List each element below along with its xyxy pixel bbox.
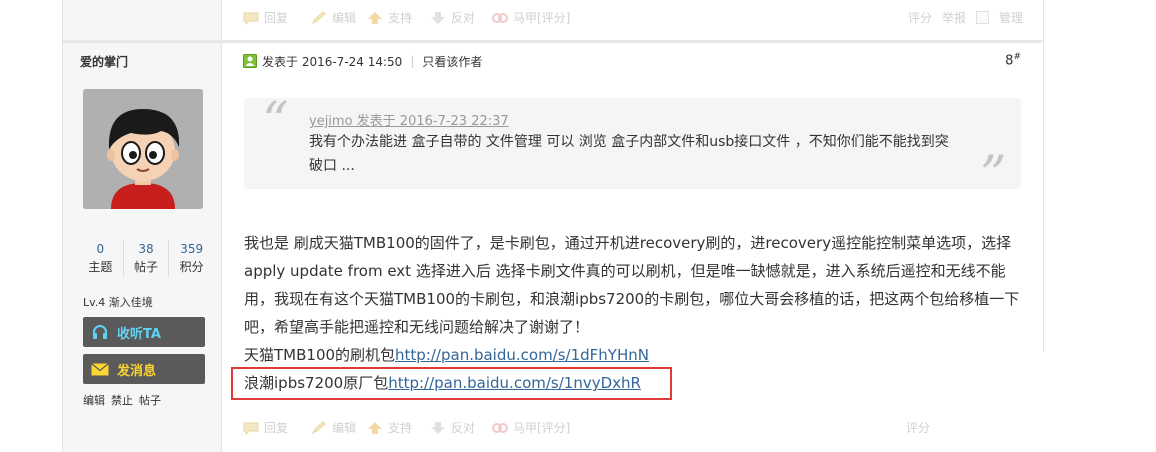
reply-action[interactable]: 回复 (243, 419, 288, 436)
reply-icon (243, 421, 259, 435)
alias-label: 马甲[评分] (513, 421, 571, 435)
author-stats: 0 主题 38 帖子 359 积分 (78, 240, 214, 276)
pencil-icon (311, 10, 327, 25)
stat-value: 359 (180, 242, 204, 256)
admin-links: 编辑 禁止 帖子 (83, 392, 161, 408)
message-label: 发消息 (117, 363, 157, 379)
edit-action[interactable]: 编辑 (311, 419, 356, 436)
reply-action[interactable]: 回复 (243, 9, 288, 26)
link-1-label: 天猫TMB100的刷机包 (244, 346, 396, 364)
edit-action[interactable]: 编辑 (311, 9, 356, 26)
reply-icon (243, 11, 259, 25)
open-quote-icon: “ (262, 92, 289, 152)
post-date: 发表于 2016-7-24 14:50 (262, 54, 403, 69)
stat-value: 0 (96, 242, 105, 256)
headphones-icon (83, 324, 117, 340)
post-body-text: 我也是 刷成天猫TMB100的固件了，是卡刷包，通过开机进recovery刷的，… (244, 234, 1020, 336)
floor-mark: # (1013, 52, 1021, 62)
alias-label: 马甲[评分] (513, 11, 571, 25)
admin-posts-link[interactable]: 帖子 (139, 392, 161, 408)
support-action[interactable]: 支持 (367, 419, 412, 436)
stat-points[interactable]: 359 积分 (169, 240, 214, 276)
support-label: 支持 (388, 421, 413, 435)
oppose-action[interactable]: 反对 (430, 419, 475, 436)
listen-label: 收听TA (117, 326, 161, 342)
edit-label: 编辑 (332, 421, 357, 435)
pencil-icon (311, 420, 327, 435)
message-button[interactable]: 发消息 (83, 354, 205, 384)
arrow-down-icon (430, 11, 446, 25)
stat-label: 积分 (179, 260, 204, 274)
avatar[interactable] (83, 89, 203, 209)
support-label: 支持 (388, 11, 413, 25)
author-name[interactable]: 爱的掌门 (80, 53, 128, 70)
edit-label: 编辑 (332, 11, 357, 25)
manage-checkbox[interactable] (975, 11, 989, 24)
divider: | (410, 54, 415, 68)
red-highlight-box (231, 367, 672, 400)
alias-icon (492, 11, 508, 25)
rate-link[interactable]: 评分 (906, 419, 930, 436)
close-quote-icon: ” (980, 146, 1007, 206)
white-overlay (943, 352, 1156, 452)
arrow-down-icon (430, 421, 446, 435)
stat-label: 主题 (88, 260, 113, 274)
oppose-label: 反对 (451, 421, 476, 435)
reply-label: 回复 (264, 421, 289, 435)
admin-edit-link[interactable]: 编辑 (83, 392, 105, 408)
manage-link[interactable]: 管理 (999, 9, 1023, 26)
envelope-icon (83, 362, 117, 376)
top-post-toolbar: 回复 编辑 支持 反对 马甲[评分] 评分 举报 管理 (243, 9, 1023, 31)
top-toolbar-right: 评分 举报 管理 (908, 9, 1023, 26)
alias-action[interactable]: 马甲[评分] (492, 9, 570, 26)
stat-threads[interactable]: 0 主题 (78, 240, 124, 276)
admin-ban-link[interactable]: 禁止 (111, 392, 133, 408)
link-line-1: 天猫TMB100的刷机包http://pan.baidu.com/s/1dFhY… (244, 341, 1029, 369)
report-link[interactable]: 举报 (942, 9, 966, 26)
user-level: Lv.4 渐入佳境 (83, 296, 153, 309)
bottom-post-toolbar: 回复 编辑 支持 反对 马甲[评分] 评分 (243, 419, 1023, 441)
rate-link[interactable]: 评分 (908, 9, 932, 26)
post-separator (63, 40, 1042, 43)
only-author-link[interactable]: 只看该作者 (422, 53, 482, 70)
floor-number[interactable]: 8# (1005, 52, 1021, 68)
stat-posts[interactable]: 38 帖子 (124, 240, 170, 276)
stat-label: 帖子 (134, 260, 159, 274)
quote-meta-link[interactable]: yejimo 发表于 2016-7-23 22:37 (309, 110, 509, 129)
stat-value: 38 (138, 242, 154, 256)
online-status-icon (243, 54, 257, 68)
arrow-up-icon (367, 11, 383, 25)
alias-action[interactable]: 马甲[评分] (492, 419, 570, 436)
quote-text: 我有个办法能进 盒子自带的 文件管理 可以 浏览 盒子内部文件和usb接口文件 … (309, 134, 949, 174)
support-action[interactable]: 支持 (367, 9, 412, 26)
oppose-label: 反对 (451, 11, 476, 25)
oppose-action[interactable]: 反对 (430, 9, 475, 26)
post-header: 发表于 2016-7-24 14:50 | 只看该作者 8# (243, 52, 1021, 70)
quote-block: “ yejimo 发表于 2016-7-23 22:37 我有个办法能进 盒子自… (244, 92, 1021, 202)
arrow-up-icon (367, 421, 383, 435)
reply-label: 回复 (264, 11, 289, 25)
listen-button[interactable]: 收听TA (83, 317, 205, 347)
alias-icon (492, 421, 508, 435)
link-1-url[interactable]: http://pan.baidu.com/s/1dFhYHnN (395, 346, 649, 364)
